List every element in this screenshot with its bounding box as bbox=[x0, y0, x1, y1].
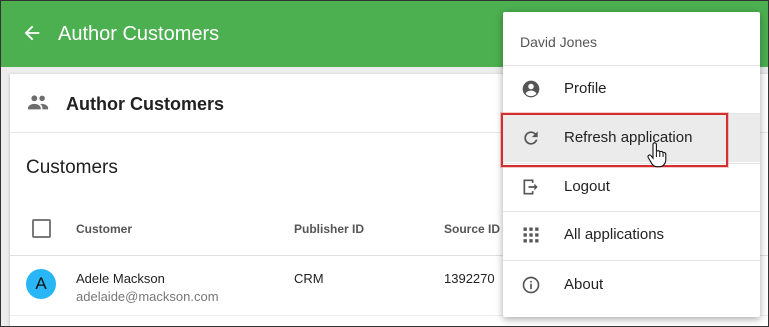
app-title: Author Customers bbox=[58, 23, 220, 45]
menu-item-label: Profile bbox=[564, 80, 607, 97]
info-icon bbox=[522, 276, 540, 294]
menu-item-logout[interactable]: Logout bbox=[503, 163, 760, 211]
customer-name: Adele Mackson bbox=[76, 271, 165, 286]
menu-item-about[interactable]: About bbox=[503, 261, 760, 309]
logout-icon bbox=[523, 179, 538, 195]
arrow-left-icon[interactable] bbox=[21, 22, 43, 44]
apps-grid-icon bbox=[523, 227, 539, 243]
avatar: A bbox=[26, 269, 56, 299]
card-heading: Author Customers bbox=[66, 94, 225, 114]
column-header-publisher-id[interactable]: Publisher ID bbox=[294, 222, 364, 236]
select-all-checkbox[interactable] bbox=[32, 219, 51, 238]
hand-cursor-icon bbox=[647, 142, 667, 168]
highlight-box bbox=[501, 113, 728, 167]
account-circle-icon bbox=[522, 80, 540, 98]
user-name: David Jones bbox=[520, 34, 598, 50]
menu-item-label: About bbox=[564, 276, 604, 293]
menu-item-all-applications[interactable]: All applications bbox=[503, 211, 760, 259]
publisher-id-cell: CRM bbox=[294, 271, 324, 286]
menu-item-label: All applications bbox=[564, 226, 665, 243]
column-header-source-id[interactable]: Source ID bbox=[444, 222, 500, 236]
people-icon bbox=[27, 95, 49, 110]
section-title: Customers bbox=[26, 157, 118, 178]
customer-email: adelaide@mackson.com bbox=[76, 289, 219, 304]
app-window: Author Customers Author Customers Custom… bbox=[0, 0, 769, 327]
menu-item-profile[interactable]: Profile bbox=[503, 65, 760, 113]
menu-item-label: Logout bbox=[564, 178, 610, 195]
source-id-cell: 1392270 bbox=[444, 271, 495, 286]
column-header-customer[interactable]: Customer bbox=[76, 222, 132, 236]
